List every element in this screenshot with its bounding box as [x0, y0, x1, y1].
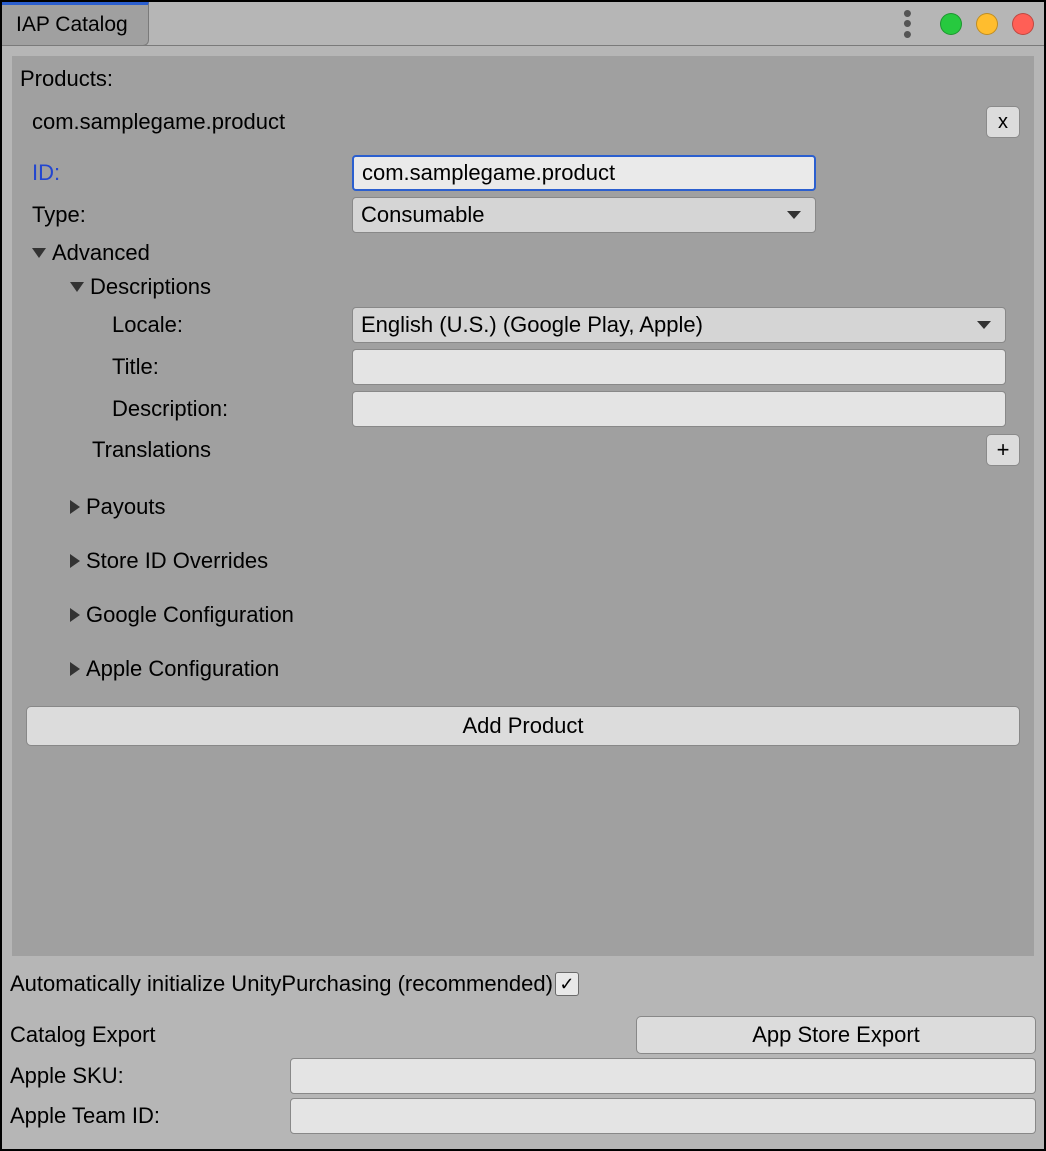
products-heading: Products:: [12, 56, 1034, 102]
store-id-overrides-foldout[interactable]: Store ID Overrides: [70, 544, 1034, 578]
advanced-label: Advanced: [52, 240, 150, 266]
window-close-button[interactable]: [1012, 13, 1034, 35]
chevron-down-icon: [977, 321, 991, 329]
title-input[interactable]: [352, 349, 1006, 385]
app-store-export-button[interactable]: App Store Export: [636, 1016, 1036, 1054]
type-label: Type:: [32, 202, 352, 228]
foldout-closed-icon: [70, 554, 80, 568]
description-input[interactable]: [352, 391, 1006, 427]
descriptions-label: Descriptions: [90, 274, 211, 300]
foldout-open-icon: [70, 282, 84, 292]
apple-configuration-foldout[interactable]: Apple Configuration: [70, 652, 1034, 686]
title-label: Title:: [32, 354, 352, 380]
translations-label: Translations: [12, 437, 332, 463]
product-type-value: Consumable: [361, 202, 485, 228]
auto-init-label: Automatically initialize UnityPurchasing…: [10, 971, 553, 997]
locale-label: Locale:: [32, 312, 352, 338]
add-translation-button[interactable]: +: [986, 434, 1020, 466]
tab-iap-catalog[interactable]: IAP Catalog: [2, 2, 149, 46]
payouts-foldout[interactable]: Payouts: [70, 490, 1034, 524]
foldout-closed-icon: [70, 608, 80, 622]
foldout-closed-icon: [70, 500, 80, 514]
store-id-overrides-label: Store ID Overrides: [86, 548, 268, 574]
google-configuration-label: Google Configuration: [86, 602, 294, 628]
chevron-down-icon: [787, 211, 801, 219]
window-maximize-button[interactable]: [976, 13, 998, 35]
locale-select[interactable]: English (U.S.) (Google Play, Apple): [352, 307, 1006, 343]
product-id-input[interactable]: [352, 155, 816, 191]
remove-product-button[interactable]: x: [986, 106, 1020, 138]
add-product-button[interactable]: Add Product: [26, 706, 1020, 746]
description-label: Description:: [32, 396, 352, 422]
products-panel: Products: com.samplegame.product x ID: T…: [12, 56, 1034, 956]
apple-configuration-label: Apple Configuration: [86, 656, 279, 682]
tab-label: IAP Catalog: [16, 13, 128, 36]
payouts-label: Payouts: [86, 494, 166, 520]
locale-value: English (U.S.) (Google Play, Apple): [361, 312, 703, 338]
apple-sku-label: Apple SKU:: [10, 1063, 290, 1089]
apple-sku-input[interactable]: [290, 1058, 1036, 1094]
advanced-foldout[interactable]: Advanced: [32, 236, 1034, 270]
window-minimize-button[interactable]: [940, 13, 962, 35]
titlebar: IAP Catalog •••: [2, 2, 1044, 46]
auto-init-checkbox[interactable]: ✓: [555, 972, 579, 996]
descriptions-foldout[interactable]: Descriptions: [70, 270, 1034, 304]
bottom-panel: Automatically initialize UnityPurchasing…: [2, 956, 1044, 1138]
catalog-export-label: Catalog Export: [10, 1022, 636, 1048]
product-type-select[interactable]: Consumable: [352, 197, 816, 233]
product-name-label: com.samplegame.product: [32, 109, 986, 135]
foldout-closed-icon: [70, 662, 80, 676]
apple-team-id-input[interactable]: [290, 1098, 1036, 1134]
google-configuration-foldout[interactable]: Google Configuration: [70, 598, 1034, 632]
kebab-menu-icon[interactable]: •••: [903, 8, 912, 39]
foldout-open-icon: [32, 248, 46, 258]
id-label: ID:: [32, 160, 352, 186]
apple-team-id-label: Apple Team ID:: [10, 1103, 290, 1129]
